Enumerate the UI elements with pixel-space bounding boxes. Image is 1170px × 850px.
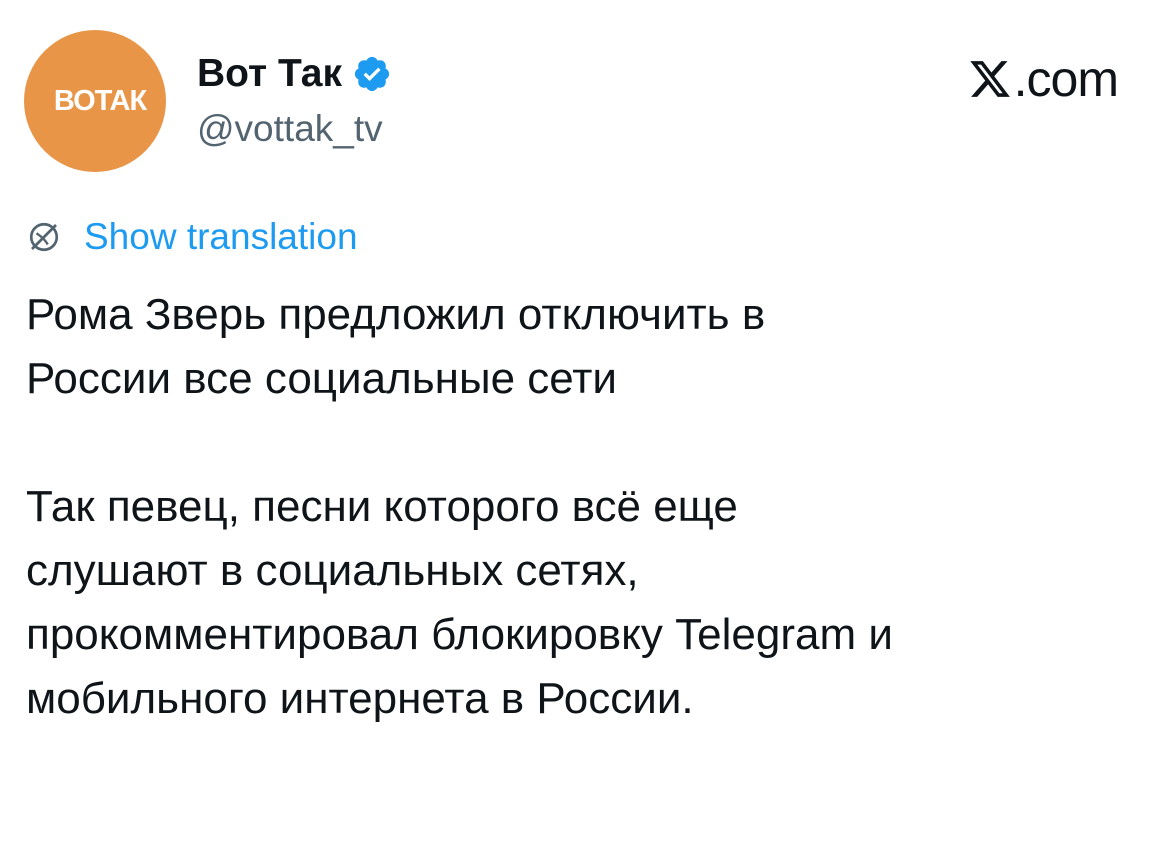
verified-badge-icon bbox=[354, 56, 390, 92]
author-handle[interactable]: @vottak_tv bbox=[197, 108, 383, 150]
brand-domain-text: .com bbox=[1013, 51, 1119, 107]
show-translation-label: Show translation bbox=[84, 216, 358, 257]
show-translation-button[interactable]: Show translation bbox=[26, 212, 358, 262]
x-brand: .com bbox=[968, 50, 1119, 108]
tweet-text: Рома Зверь предложил отключить в России … bbox=[26, 283, 1136, 731]
tweet-paragraph: Так певец, песни которого всё еще слушаю… bbox=[26, 482, 893, 723]
avatar[interactable]: ВОТАК bbox=[24, 30, 166, 172]
author-display-name[interactable]: Вот Так bbox=[197, 52, 342, 96]
avatar-logo-text: ВОТАК bbox=[53, 84, 147, 117]
globe-icon bbox=[29, 222, 59, 252]
author-name-row: Вот Так bbox=[197, 48, 392, 100]
x-logo-icon bbox=[969, 61, 1010, 97]
tweet-paragraph: Рома Зверь предложил отключить в России … bbox=[26, 290, 766, 403]
tweet-card: ВОТАК Вот Так @vottak_tv .com Show trans… bbox=[0, 0, 1170, 850]
